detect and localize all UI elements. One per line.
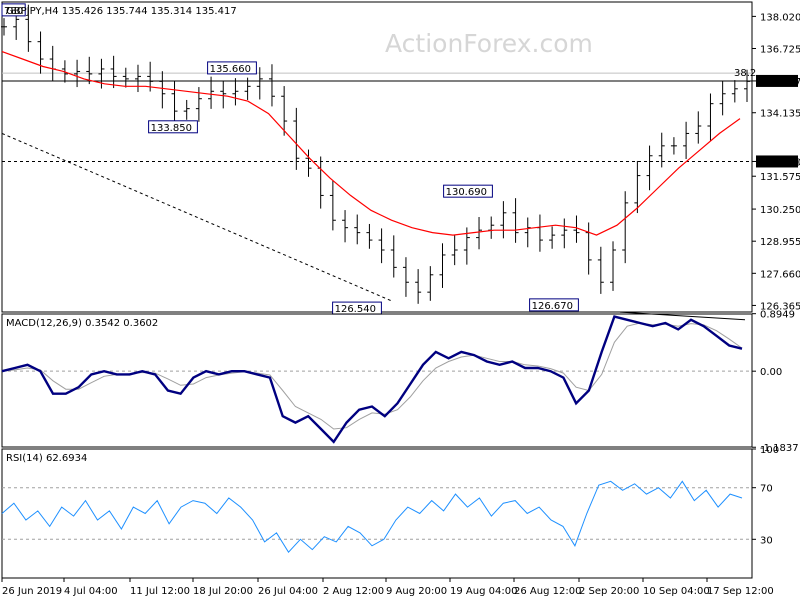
chart-svg: ActionForex.com 138.020 136.725 135.417 134…: [0, 0, 800, 600]
price-annotation: 133.850: [151, 123, 192, 134]
x-tick-label: 10 Sep 04:00: [643, 586, 710, 597]
price-tick-label: 128.955: [760, 237, 800, 248]
price-tick-label: 131.575: [760, 172, 800, 183]
x-tick-label: 4 Jul 04:00: [64, 586, 118, 597]
price-annotation: 130.690: [446, 187, 487, 198]
x-tick-label: 26 Jun 2019: [2, 586, 62, 597]
price-tick-label: 138.020: [760, 12, 800, 23]
price-annotation: 135.660: [210, 64, 251, 75]
rsi-tick-label: 100: [760, 445, 779, 456]
background: [0, 0, 800, 600]
chart-root: ActionForex.com 138.020 136.725 135.417 134…: [0, 0, 800, 600]
rsi-tick-label: 30: [760, 535, 773, 546]
watermark: ActionForex.com: [385, 29, 593, 58]
fib-level-label: 38.2: [734, 68, 756, 79]
x-tick-label: 18 Jul 20:00: [193, 586, 253, 597]
x-tick-label: 11 Jul 12:00: [130, 586, 190, 597]
x-tick-label: 19 Aug 04:00: [450, 586, 517, 597]
macd-tick-label: 0.00: [760, 367, 782, 378]
macd-tick-label: 0.8949: [760, 310, 795, 321]
price-level-label: 132.170: [758, 157, 799, 168]
x-tick-label: 17 Sep 12:00: [707, 586, 774, 597]
price-annotation: 126.540: [335, 304, 376, 315]
price-tick-label: 130.250: [760, 205, 800, 216]
macd-title: MACD(12,26,9) 0.3542 0.3602: [6, 318, 158, 329]
rsi-tick-label: 70: [760, 484, 773, 495]
x-tick-label: 2 Aug 12:00: [323, 586, 384, 597]
x-tick-label: 2 Sep 20:00: [579, 586, 639, 597]
x-tick-label: 26 Jul 04:00: [258, 586, 318, 597]
rsi-title: RSI(14) 62.6934: [6, 453, 87, 464]
price-tick-label: 134.135: [760, 109, 800, 120]
price-annotation: 126.670: [532, 301, 573, 312]
price-tick-label: 136.725: [760, 45, 800, 56]
price-tick-label: 127.660: [760, 269, 800, 280]
price-level-label: 135.417: [758, 77, 799, 88]
x-tick-label: 9 Aug 20:00: [386, 586, 447, 597]
x-tick-label: 26 Aug 12:00: [514, 586, 581, 597]
price-chart-title: GBPJPY,H4 135.426 135.744 135.314 135.41…: [6, 6, 237, 17]
